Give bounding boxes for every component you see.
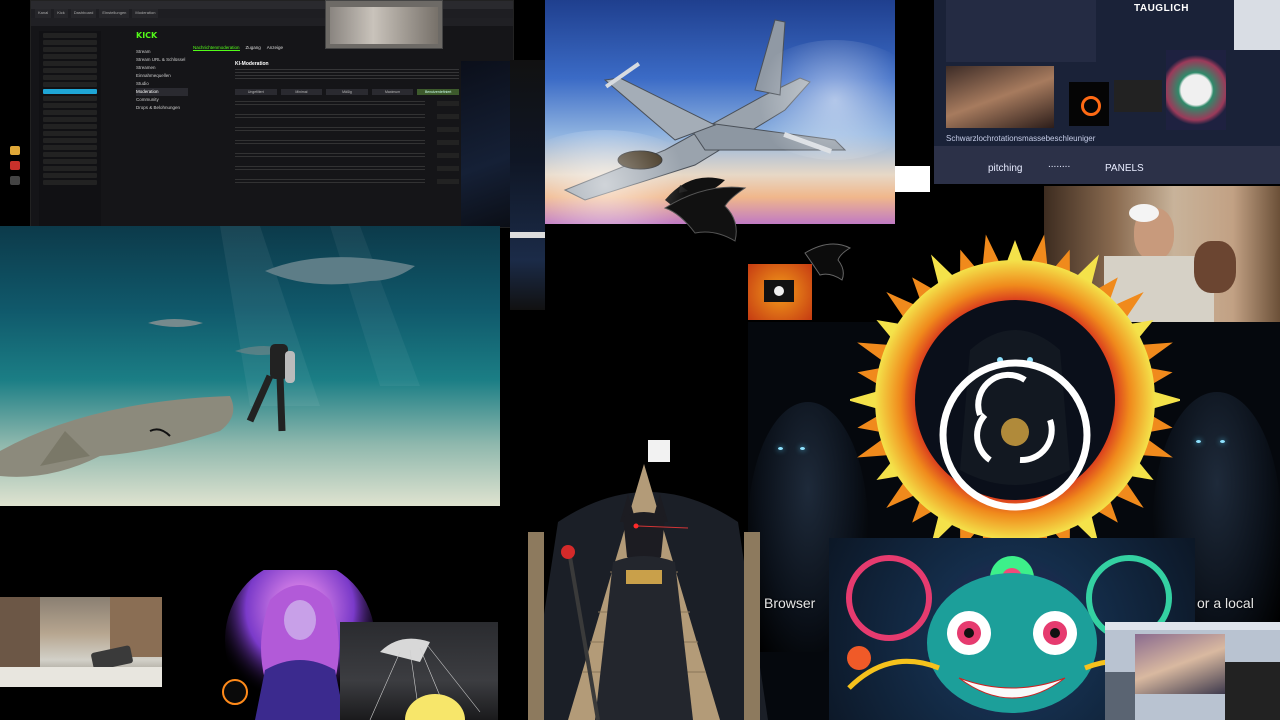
obs-logo-icon bbox=[850, 234, 1180, 550]
panels-label[interactable]: PANELS bbox=[1105, 163, 1144, 174]
moderation-main: Nachrichtenmoderation Zugang Anzeige KI-… bbox=[193, 45, 459, 221]
filter-row bbox=[235, 99, 459, 112]
shark-scene bbox=[0, 226, 420, 477]
level-selector: Ungefiltert Minimal Mäßig Maximum Benutz… bbox=[235, 89, 459, 95]
filter-dropdown[interactable] bbox=[437, 101, 459, 106]
browser-tab[interactable]: Moderation bbox=[132, 9, 159, 18]
browser-sidebar bbox=[39, 31, 101, 227]
browser-tab[interactable]: Kick bbox=[54, 9, 68, 18]
kick-nav: KICK Stream Stream URL & Schlüssel Strea… bbox=[136, 31, 188, 227]
meme-sticker bbox=[648, 440, 670, 462]
filter-row bbox=[235, 164, 459, 177]
browser-tab[interactable]: Kanal bbox=[35, 9, 52, 18]
folder-icon[interactable] bbox=[10, 146, 20, 155]
nav-item-stream[interactable]: Stream bbox=[136, 48, 188, 56]
level-option[interactable]: Minimal bbox=[280, 89, 323, 95]
filter-toggle[interactable] bbox=[437, 179, 459, 184]
level-option[interactable]: Mäßig bbox=[326, 89, 368, 95]
filter-dropdown[interactable] bbox=[437, 153, 459, 158]
small-screenshot bbox=[325, 0, 443, 49]
anubis-illustration bbox=[528, 464, 768, 720]
section-title: KI-Moderation bbox=[235, 61, 269, 67]
dock-bar: pitching ........ PANELS bbox=[934, 146, 1280, 184]
obs-art-thumbnail bbox=[1166, 50, 1226, 130]
filter-dropdown[interactable] bbox=[437, 140, 459, 145]
filter-row bbox=[235, 112, 459, 125]
desktop-icons bbox=[0, 140, 30, 230]
taskbar-strip bbox=[510, 60, 545, 310]
source-caption: Schwarzlochrotationsmassebeschleuniger bbox=[946, 134, 1096, 143]
nav-item-stream-url[interactable]: Stream URL & Schlüssel bbox=[136, 56, 188, 64]
nav-item-studio[interactable]: Studio bbox=[136, 80, 188, 88]
dots-label: ........ bbox=[1048, 159, 1071, 170]
nav-item-monetization[interactable]: Einnahmequellen bbox=[136, 72, 188, 80]
browser-tab[interactable]: Dashboard bbox=[70, 9, 97, 18]
meme-sticker bbox=[895, 166, 930, 192]
section-description bbox=[235, 69, 459, 81]
nav-item-drops[interactable]: Drops & Belohnungen bbox=[136, 104, 188, 112]
filter-row bbox=[235, 151, 459, 164]
shooter-game-screenshot bbox=[0, 597, 162, 687]
overlay-heading: TAUGLICH bbox=[1134, 3, 1189, 14]
filter-row bbox=[235, 177, 459, 190]
nav-item-streamen[interactable]: Streamen bbox=[136, 64, 188, 72]
window-edge bbox=[510, 232, 545, 238]
app-icon[interactable] bbox=[10, 176, 20, 185]
puppet-illustration bbox=[369, 638, 481, 720]
pirate-flag-icon bbox=[748, 264, 812, 320]
screenshot-content bbox=[330, 7, 438, 44]
local-text: or a local bbox=[1197, 595, 1254, 611]
kick-logo[interactable]: KICK bbox=[136, 31, 188, 40]
black-hole-thumbnail bbox=[1069, 82, 1109, 126]
app-icon[interactable] bbox=[10, 161, 20, 170]
filter-row bbox=[235, 125, 459, 138]
nav-item-moderation[interactable]: Moderation bbox=[136, 88, 188, 96]
filter-dropdown[interactable] bbox=[437, 166, 459, 171]
filter-row bbox=[235, 138, 459, 151]
tab-message-moderation[interactable]: Nachrichtenmoderation bbox=[193, 45, 240, 51]
filter-dropdown[interactable] bbox=[437, 127, 459, 132]
anubis-warrior-image bbox=[498, 462, 790, 720]
level-option[interactable]: Maximum bbox=[371, 89, 414, 95]
obs-screenshot: TAUGLICH Schwarzlochrotationsmassebeschl… bbox=[934, 0, 1280, 184]
tab-access[interactable]: Zugang bbox=[246, 45, 261, 51]
puppet-hand-image bbox=[340, 622, 498, 720]
browser-tab[interactable]: Einstellungen bbox=[99, 9, 130, 18]
filter-dropdown[interactable] bbox=[437, 114, 459, 119]
portrait-thumbnail bbox=[946, 66, 1054, 128]
space-strip bbox=[461, 61, 513, 227]
obs-preview bbox=[946, 0, 1096, 62]
sketch-thumbnail bbox=[1114, 80, 1162, 112]
desktop-screenshot bbox=[1105, 622, 1280, 720]
nav-item-community[interactable]: Community bbox=[136, 96, 188, 104]
level-option-selected[interactable]: Benutzerdefiniert bbox=[417, 89, 459, 95]
crow-icon bbox=[663, 186, 747, 242]
pitching-label[interactable]: pitching bbox=[988, 163, 1022, 174]
face-thumbnail bbox=[1234, 0, 1280, 50]
level-option[interactable]: Ungefiltert bbox=[235, 89, 277, 95]
shark-dive-image bbox=[0, 226, 500, 506]
tab-display[interactable]: Anzeige bbox=[267, 45, 283, 51]
